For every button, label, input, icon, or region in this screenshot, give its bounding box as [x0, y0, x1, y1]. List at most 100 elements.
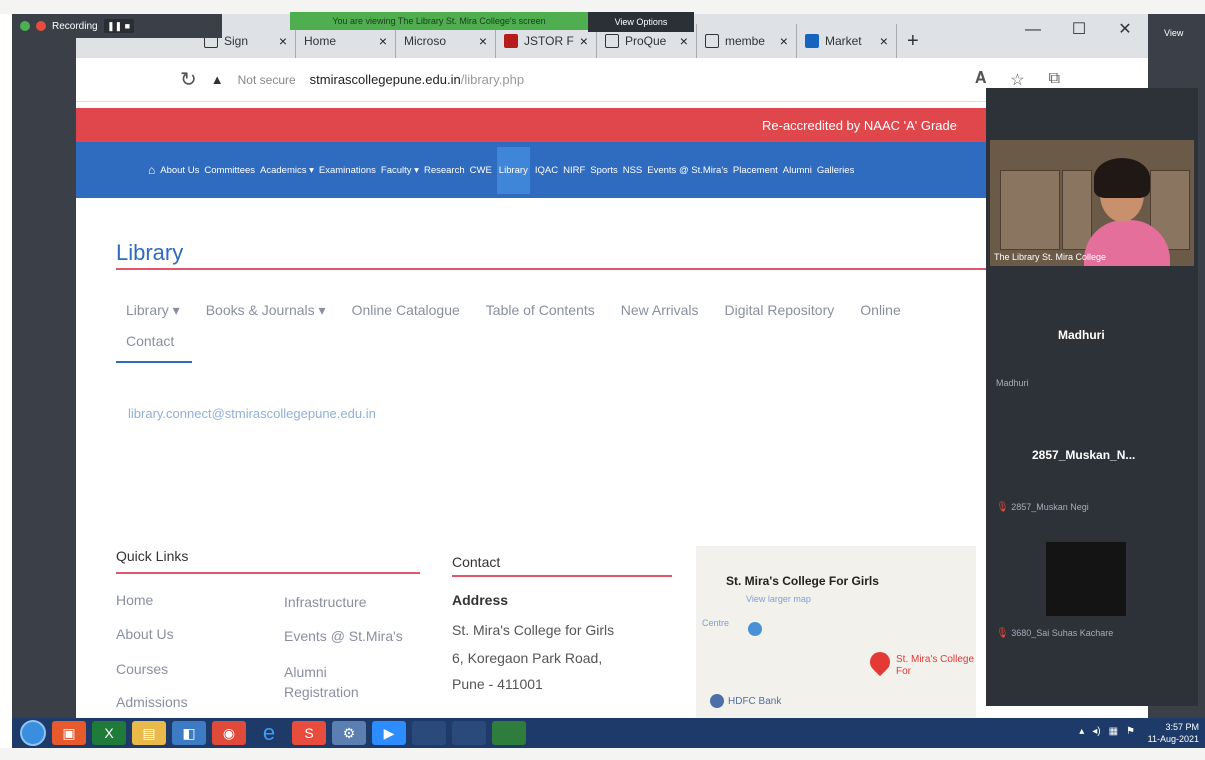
url-field[interactable]: stmirascollegepune.edu.in/library.php [310, 72, 524, 87]
close-icon[interactable]: × [680, 33, 688, 49]
nav-examinations[interactable]: Examinations [319, 165, 376, 176]
tab-market[interactable]: Market × [797, 24, 897, 58]
outlook-icon[interactable]: ▣ [52, 721, 86, 745]
system-clock[interactable]: 3:57 PM 11-Aug-2021 [1148, 721, 1199, 745]
nav-academics[interactable]: Academics ▾ [260, 165, 314, 176]
taskbar-app-icon[interactable] [492, 721, 526, 745]
nav-nss[interactable]: NSS [623, 165, 643, 176]
nav-committees[interactable]: Committees [204, 165, 255, 176]
library-subnav: Library ▾ Books & Journals ▾ Online Cata… [126, 302, 901, 319]
nav-about-us[interactable]: About Us [160, 165, 199, 176]
network-icon[interactable]: ⚙ [332, 721, 366, 745]
chrome-icon[interactable]: ◉ [212, 721, 246, 745]
volume-icon[interactable]: ◂) [1092, 726, 1100, 737]
warning-icon[interactable]: ▲ [211, 72, 224, 87]
taskbar-app-icon[interactable] [412, 721, 446, 745]
windows-taskbar: ▣ X ▤ ◧ ◉ e S ⚙ ▶ ▴ ◂) ▦ ⚑ 3:57 PM 11-Au… [12, 718, 1205, 748]
control-panel-icon[interactable]: ◧ [172, 721, 206, 745]
footer-link-courses[interactable]: Courses [116, 661, 168, 677]
view-options-button[interactable]: View Options [588, 12, 694, 32]
zoom-icon[interactable]: ▶ [372, 721, 406, 745]
nav-faculty[interactable]: Faculty ▾ [381, 165, 419, 176]
tray-arrow-icon[interactable]: ▴ [1079, 726, 1084, 737]
footer-link-infrastructure[interactable]: Infrastructure [284, 594, 366, 610]
subnav-digital-repository[interactable]: Digital Repository [725, 302, 835, 319]
reload-icon[interactable]: ↻ [180, 67, 197, 92]
recording-label: Recording [52, 20, 98, 32]
excel-icon[interactable]: X [92, 721, 126, 745]
muted-mic-icon: 🎙 [996, 502, 1009, 513]
nav-events[interactable]: Events @ St.Mira's [647, 165, 728, 176]
folder-icon[interactable]: ▤ [132, 721, 166, 745]
library-email-link[interactable]: library.connect@stmirascollegepune.edu.i… [128, 406, 376, 421]
close-icon[interactable]: × [379, 33, 387, 49]
tab-label: membe [724, 34, 765, 48]
title-divider [116, 268, 1016, 270]
tab-member[interactable]: membe × [697, 24, 797, 58]
participant-label-sai-text: 3680_Sai Suhas Kachare [1011, 628, 1114, 638]
google-map[interactable]: St. Mira's College For Girls View larger… [696, 546, 976, 718]
system-tray: ▴ ◂) ▦ ⚑ [1079, 726, 1135, 737]
close-icon[interactable]: × [880, 33, 888, 49]
subnav-books-journals[interactable]: Books & Journals ▾ [206, 302, 326, 319]
nav-iqac[interactable]: IQAC [535, 165, 558, 176]
view-larger-map-link[interactable]: View larger map [746, 594, 811, 604]
nav-sports[interactable]: Sports [590, 165, 617, 176]
participant-label-muskan: 🎙 2857_Muskan Negi [996, 502, 1089, 513]
internet-explorer-icon[interactable]: e [252, 720, 286, 745]
footer-link-about-us[interactable]: About Us [116, 626, 174, 642]
contact-divider [452, 575, 672, 577]
close-icon[interactable]: × [279, 33, 287, 49]
map-title: St. Mira's College For Girls [726, 574, 879, 588]
nav-placement[interactable]: Placement [733, 165, 778, 176]
participant-video-off[interactable] [1046, 542, 1126, 616]
participant-label-madhuri: Madhuri [996, 378, 1029, 388]
nav-research[interactable]: Research [424, 165, 465, 176]
nav-cwe[interactable]: CWE [470, 165, 492, 176]
window-close-icon[interactable]: ✕ [1102, 14, 1148, 46]
collections-icon[interactable]: ⧉ [1049, 70, 1060, 90]
participants-panel: The Library St. Mira College Madhuri Mad… [986, 88, 1198, 706]
home-icon[interactable]: ⌂ [148, 163, 155, 177]
nav-nirf[interactable]: NIRF [563, 165, 585, 176]
minimize-icon[interactable]: — [1010, 14, 1056, 46]
active-subnav-underline [116, 361, 192, 363]
screen-share-banner: You are viewing The Library St. Mira Col… [290, 12, 588, 30]
subnav-library[interactable]: Library ▾ [126, 302, 180, 319]
favorite-icon[interactable]: ☆ [1010, 70, 1024, 90]
bookshelf-left [1000, 170, 1060, 250]
nav-library[interactable]: Library [496, 146, 530, 194]
subnav-online-catalogue[interactable]: Online Catalogue [352, 302, 460, 319]
app-icon[interactable]: S [292, 721, 326, 745]
participant-video[interactable]: The Library St. Mira College [990, 140, 1194, 266]
window-controls: — ☐ ✕ [1010, 14, 1148, 46]
tab-label: JSTOR F [524, 34, 574, 48]
address-line-3: Pune - 411001 [452, 676, 543, 692]
view-button[interactable]: View [1164, 28, 1183, 38]
flag-icon[interactable]: ⚑ [1126, 726, 1135, 737]
subnav-new-arrivals[interactable]: New Arrivals [621, 302, 699, 319]
subnav-online[interactable]: Online [860, 302, 900, 319]
nav-galleries[interactable]: Galleries [817, 165, 855, 176]
footer-link-admissions[interactable]: Admissions [116, 694, 188, 710]
read-aloud-icon[interactable]: 𝐀 [975, 70, 986, 90]
url-path: /library.php [460, 72, 525, 87]
maximize-icon[interactable]: ☐ [1056, 14, 1102, 46]
close-icon[interactable]: × [580, 33, 588, 49]
footer-link-events[interactable]: Events @ St.Mira's [284, 628, 403, 644]
start-button-icon[interactable] [20, 720, 46, 746]
video-caption: The Library St. Mira College [994, 252, 1107, 262]
pause-recording-button[interactable]: ❚❚ ■ [103, 19, 134, 33]
address-label: Address [452, 592, 509, 608]
new-tab-button[interactable]: + [897, 24, 929, 58]
taskbar-app-icon[interactable] [452, 721, 486, 745]
network-tray-icon[interactable]: ▦ [1109, 726, 1118, 737]
close-icon[interactable]: × [479, 33, 487, 49]
footer-link-alumni-registration[interactable]: Alumni Registration [284, 662, 394, 702]
subnav-contact[interactable]: Contact [126, 333, 174, 349]
nav-alumni[interactable]: Alumni [783, 165, 812, 176]
footer-link-home[interactable]: Home [116, 592, 153, 608]
close-icon[interactable]: × [780, 33, 788, 49]
map-pin-icon[interactable] [865, 647, 895, 677]
subnav-table-of-contents[interactable]: Table of Contents [486, 302, 595, 319]
